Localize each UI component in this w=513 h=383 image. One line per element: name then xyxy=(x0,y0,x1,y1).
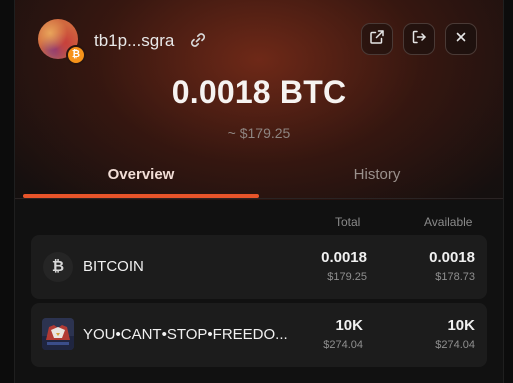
column-header-available: Available xyxy=(424,215,473,229)
asset-total: 0.0018 xyxy=(321,249,367,266)
asset-available-fiat: $274.04 xyxy=(435,339,475,351)
asset-row-bitcoin[interactable]: ₿ BITCOIN 0.0018 $179.25 0.0018 $178.73 xyxy=(31,235,487,299)
wallet-address[interactable]: tb1p...sgra xyxy=(94,31,174,51)
asset-name: YOU•CANT•STOP•FREEDO... xyxy=(83,326,288,343)
asset-total-fiat: $179.25 xyxy=(327,271,367,283)
token-image-icon xyxy=(42,318,74,350)
bitcoin-badge-icon: ₿ xyxy=(66,45,86,65)
asset-row-rune[interactable]: YOU•CANT•STOP•FREEDO... 10K $274.04 10K … xyxy=(31,303,487,367)
asset-total-fiat: $274.04 xyxy=(323,339,363,351)
balance-amount: 0.0018 BTC xyxy=(171,74,347,110)
asset-available-fiat: $178.73 xyxy=(435,271,475,283)
wallet-panel: ₿ tb1p...sgra 0.0018 BTC ~ $179.25 Overv… xyxy=(14,0,504,383)
asset-total: 10K xyxy=(335,317,363,334)
column-header-total: Total xyxy=(335,215,361,229)
tab-history[interactable]: History xyxy=(259,158,495,198)
tabs-divider xyxy=(15,198,503,199)
asset-name: BITCOIN xyxy=(83,258,144,275)
open-external-button[interactable] xyxy=(361,23,393,55)
asset-available: 10K xyxy=(447,317,475,334)
asset-available: 0.0018 xyxy=(429,249,475,266)
tab-overview[interactable]: Overview xyxy=(23,158,259,198)
balance-fiat: ~ $179.25 xyxy=(227,125,291,141)
bitcoin-icon: ₿ xyxy=(43,252,73,282)
copy-link-icon[interactable] xyxy=(188,30,208,50)
wallet-header: ₿ tb1p...sgra xyxy=(15,0,503,80)
external-link-icon xyxy=(369,29,385,50)
close-button[interactable] xyxy=(445,23,477,55)
logout-button[interactable] xyxy=(403,23,435,55)
close-icon xyxy=(454,30,468,49)
logout-icon xyxy=(411,29,427,50)
tab-bar: Overview History xyxy=(15,158,503,198)
